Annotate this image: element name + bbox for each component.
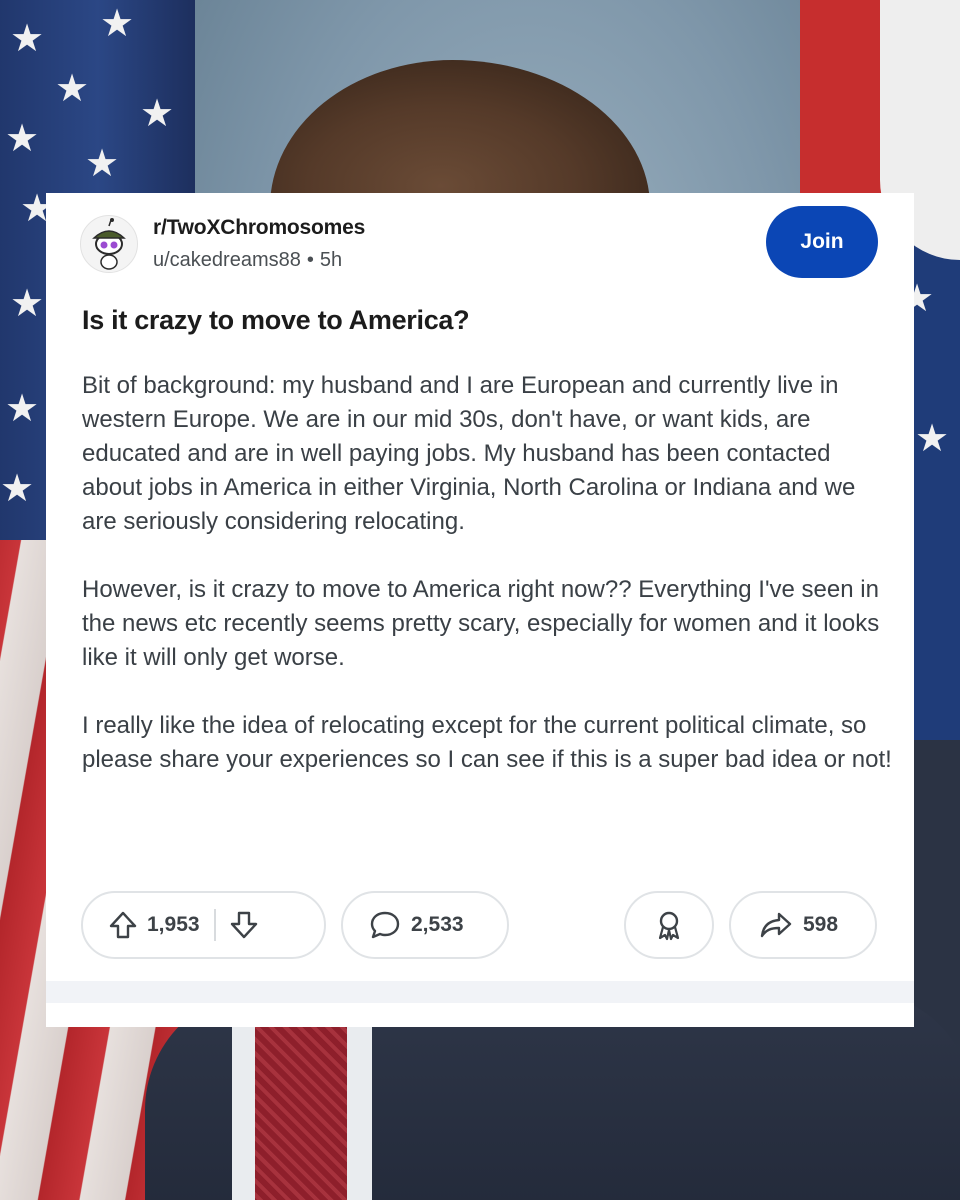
- vote-pill: 1,953: [81, 891, 326, 959]
- upvote-arrow-icon[interactable]: [109, 910, 137, 940]
- star-icon: ★: [100, 3, 135, 45]
- share-count: 598: [803, 913, 839, 936]
- post-age: 5h: [319, 249, 343, 271]
- author-username[interactable]: u/cakedreams88: [153, 249, 301, 271]
- award-button[interactable]: [624, 891, 714, 959]
- meta-separator: •: [306, 249, 314, 271]
- comment-count: 2,533: [411, 913, 464, 936]
- downvote-arrow-icon[interactable]: [230, 910, 258, 940]
- post-paragraph: Bit of background: my husband and I are …: [82, 372, 856, 535]
- reddit-post-card: r/TwoXChromosomes u/cakedreams88 • 5h Join…: [46, 193, 914, 1027]
- vote-divider: [213, 909, 216, 941]
- card-bottom-strip: [46, 981, 914, 1003]
- star-icon: ★: [5, 388, 40, 430]
- comment-bubble-icon: [369, 910, 401, 940]
- snoo-avatar-icon[interactable]: [80, 215, 138, 273]
- post-paragraph: However, is it crazy to move to America …: [82, 576, 880, 671]
- star-icon: ★: [85, 143, 120, 185]
- star-icon: ★: [0, 468, 35, 510]
- star-icon: ★: [5, 118, 40, 160]
- star-icon: ★: [915, 418, 950, 460]
- award-ribbon-icon: [654, 909, 684, 941]
- share-button[interactable]: 598: [729, 891, 877, 959]
- comments-button[interactable]: 2,533: [341, 891, 509, 959]
- star-icon: ★: [55, 68, 90, 110]
- post-paragraph: I really like the idea of relocating exc…: [82, 712, 892, 773]
- subreddit-name[interactable]: r/TwoXChromosomes: [153, 216, 365, 240]
- post-body: Bit of background: my husband and I are …: [82, 369, 892, 811]
- portrait-tie: [255, 1026, 347, 1200]
- star-icon: ★: [10, 18, 45, 60]
- join-button[interactable]: Join: [766, 206, 878, 278]
- star-icon: ★: [10, 283, 45, 325]
- share-arrow-icon: [759, 911, 793, 939]
- post-meta: u/cakedreams88 • 5h: [153, 249, 342, 272]
- post-title[interactable]: Is it crazy to move to America?: [82, 305, 470, 336]
- upvote-count: 1,953: [147, 913, 200, 936]
- star-icon: ★: [140, 93, 175, 135]
